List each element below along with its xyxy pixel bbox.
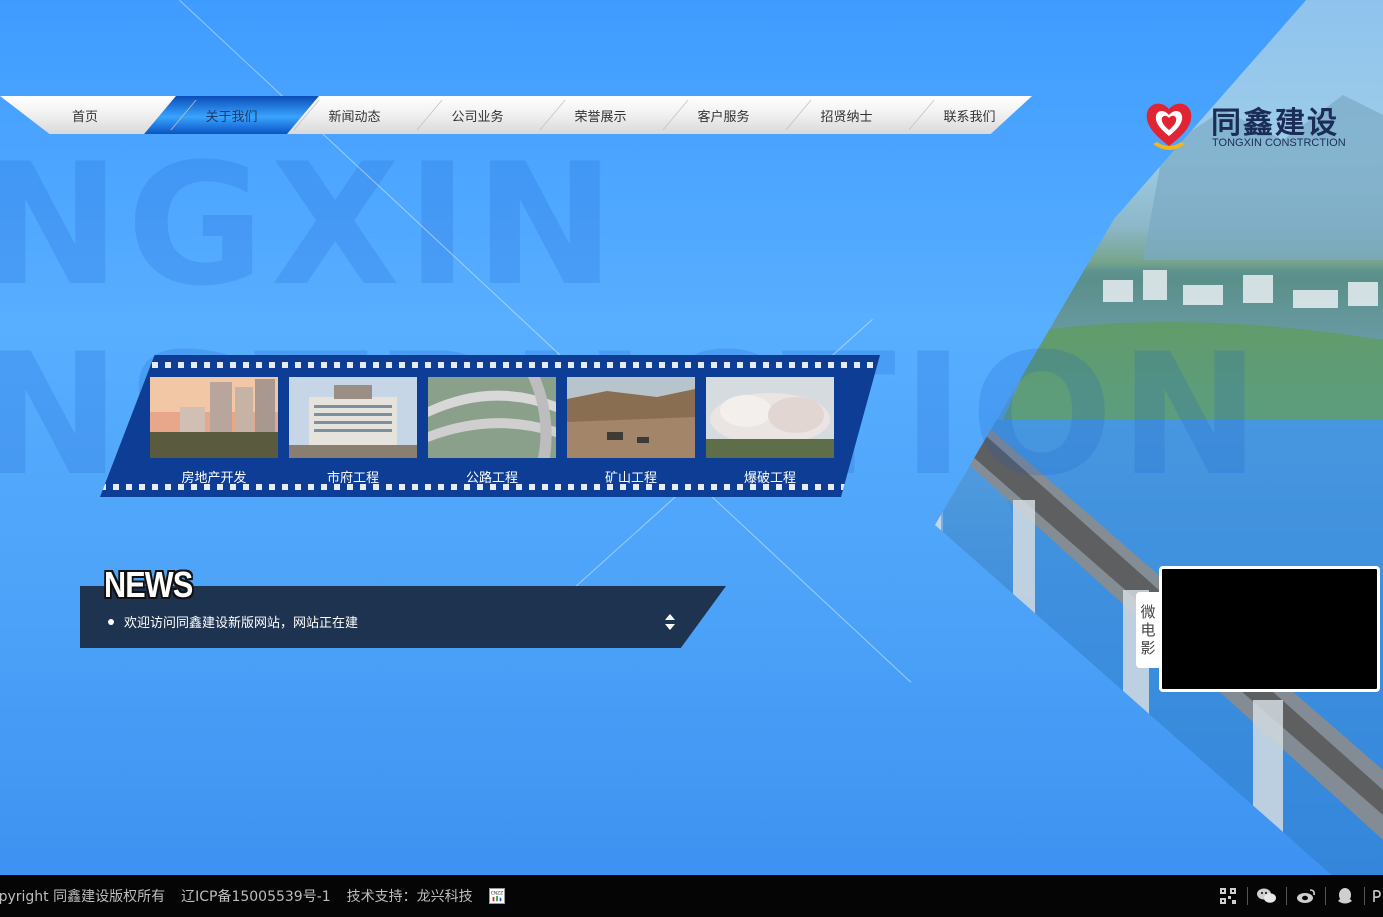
government-building-photo <box>289 377 417 458</box>
main-nav: 首页 关于我们 新闻动态 公司业务 荣誉展示 客户服务 招贤纳士 联系我们 <box>0 96 1032 134</box>
micro-film-tab-char: 微 <box>1140 603 1156 621</box>
tech-support-text: 技术支持：龙兴科技 <box>346 889 473 905</box>
business-label: 矿山工程 <box>604 471 657 486</box>
logo-name-cn: 同鑫建设 <box>1211 106 1339 141</box>
business-card-mining[interactable]: 矿山工程 <box>567 377 695 486</box>
nav-item-careers[interactable]: 招贤纳士 <box>785 96 908 134</box>
news-item-text: 欢迎访问同鑫建设新版网站，网站正在建 <box>124 616 359 631</box>
scroll-updown-icon[interactable] <box>664 612 676 632</box>
site-footer: opyright 同鑫建设版权所有 辽ICP备15005539号-1 技术支持：… <box>0 875 1383 917</box>
business-card-government[interactable]: 市府工程 <box>289 377 417 486</box>
business-card-real-estate[interactable]: 房地产开发 <box>150 377 278 486</box>
nav-item-about[interactable]: 关于我们 <box>170 96 293 134</box>
bullet-icon <box>108 618 114 625</box>
business-card-demolition[interactable]: 爆破工程 <box>706 377 834 486</box>
video-player[interactable] <box>1159 566 1380 692</box>
news-heading: NEWS <box>104 564 193 605</box>
icp-link[interactable]: 辽ICP备15005539号-1 <box>181 886 331 906</box>
nav-item-home[interactable]: 首页 <box>0 96 170 134</box>
highway-interchange-photo <box>428 377 556 458</box>
business-label: 房地产开发 <box>181 471 247 486</box>
logo-name-en: TONGXIN CONSTRCTION <box>1212 137 1346 149</box>
nav-item-service[interactable]: 客户服务 <box>662 96 785 134</box>
nav-item-business[interactable]: 公司业务 <box>416 96 539 134</box>
nav-item-news[interactable]: 新闻动态 <box>293 96 416 134</box>
micro-film-tab-char: 影 <box>1140 639 1156 657</box>
footer-divider <box>1325 887 1326 905</box>
mine-site-photo <box>567 377 695 458</box>
micro-film-tab-char: 电 <box>1140 621 1156 639</box>
svg-text:CNZZ: CNZZ <box>491 890 503 896</box>
copyright-text: opyright 同鑫建设版权所有 <box>0 889 166 905</box>
weibo-icon[interactable] <box>1293 883 1319 909</box>
wechat-icon[interactable] <box>1254 883 1280 909</box>
real-estate-photo <box>150 377 278 458</box>
site-logo[interactable]: 同鑫建设 TONGXIN CONSTRCTION <box>1143 98 1358 158</box>
business-card-highway[interactable]: 公路工程 <box>428 377 556 486</box>
news-item[interactable]: 欢迎访问同鑫建设新版网站，网站正在建 <box>108 612 358 631</box>
qrcode-icon[interactable] <box>1215 883 1241 909</box>
nav-item-honors[interactable]: 荣誉展示 <box>539 96 662 134</box>
heart-logo-icon <box>1146 103 1192 150</box>
footer-divider <box>1364 887 1365 905</box>
micro-film-tab[interactable]: 微 电 影 <box>1136 592 1160 668</box>
footer-divider <box>1247 887 1248 905</box>
business-label: 公路工程 <box>465 471 518 486</box>
filmstrip-sprockets-top <box>100 362 880 368</box>
nav-item-contact[interactable]: 联系我们 <box>908 96 1031 134</box>
qq-icon[interactable] <box>1332 883 1358 909</box>
business-filmstrip: 房地产开发 市府工程 公路工程 矿山工程 爆破工程 <box>100 355 880 497</box>
cnzz-stats-icon[interactable]: CNZZ <box>488 888 505 904</box>
business-label: 市府工程 <box>326 471 379 486</box>
demolition-blast-photo <box>706 377 834 458</box>
business-label: 爆破工程 <box>743 471 796 486</box>
more-icon[interactable] <box>1371 883 1383 909</box>
footer-divider <box>1286 887 1287 905</box>
